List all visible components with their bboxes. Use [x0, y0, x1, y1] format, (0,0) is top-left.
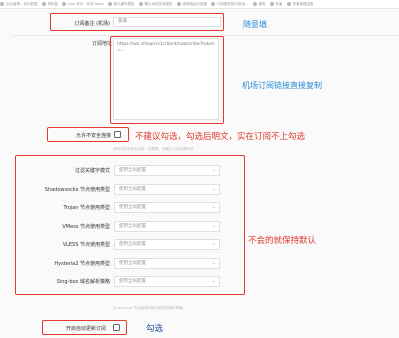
bookmark-item[interactable]: 有害管理结果: [286, 1, 314, 7]
bookmark-label: 建筑: [258, 1, 266, 6]
bookmark-item[interactable]: 建筑: [252, 1, 266, 7]
globe-icon: [107, 2, 112, 6]
bookmarks-bar: 后台管理…优化数据 资料篮 Live 资讯 · 在线 Repo 默认编号报告 确认添加至…: [0, 0, 399, 9]
bookmark-label: Live 资讯 · 在线 Repo: [68, 1, 104, 6]
auto-update-note: 勾选: [146, 324, 164, 334]
sub-url-label: 订阅地址: [91, 41, 112, 47]
insecure-help: 请勿开启不安全连接，如需要，请确认订阅来源可信: [113, 147, 194, 151]
bookmark-label: 继承路由分类器: [182, 1, 208, 6]
selects-note: 不会的就保持默认: [248, 236, 317, 246]
bookmark-label: 订阅服务接口查询…: [217, 1, 249, 6]
bookmark-item[interactable]: 订阅服务接口查询…: [211, 2, 249, 7]
globe-icon: [138, 2, 143, 6]
bookmark-item[interactable]: 后台管理…优化数据: [0, 2, 38, 7]
auto-update-highlight: [42, 320, 127, 335]
page-icon: [286, 2, 291, 6]
remark-note: 随意填: [243, 20, 267, 29]
globe-icon: [62, 2, 66, 6]
page-icon: [0, 2, 4, 6]
bookmark-label: 有害管理结果: [292, 1, 314, 6]
page-icon: [252, 2, 257, 6]
page-icon: [211, 2, 216, 6]
bookmark-label: 默认编号报告: [113, 1, 135, 6]
insecure-highlight: [47, 127, 129, 142]
bookmark-item[interactable]: 继承路由分类器: [176, 1, 208, 7]
insecure-note: 不建议勾选，勾选后明文，实在订阅不上勾选: [135, 132, 306, 142]
selects-highlight: [15, 155, 245, 295]
bookmark-label: 有害: [275, 1, 283, 6]
singbox-help: 当 sing-box 节点使用时默认的域名解析策略。: [113, 306, 187, 310]
page-icon: [269, 2, 274, 6]
remark-highlight: [50, 13, 224, 31]
page-icon: [41, 2, 46, 6]
globe-icon: [176, 2, 181, 6]
bookmark-label: 资料篮: [47, 1, 59, 6]
bookmark-item[interactable]: 确认添加至收藏夹: [138, 1, 173, 7]
bookmark-item[interactable]: Live 资讯 · 在线 Repo: [62, 2, 104, 7]
sub-url-highlight: [110, 36, 224, 124]
bookmark-item[interactable]: 资料篮: [41, 1, 59, 7]
bookmark-item[interactable]: 默认编号报告: [107, 1, 135, 7]
page: 后台管理…优化数据 资料篮 Live 资讯 · 在线 Repo 默认编号报告 确认添加至…: [0, 0, 399, 338]
sub-url-note: 机场订阅链接直接复制: [242, 81, 322, 90]
bookmark-label: 确认添加至收藏夹: [144, 1, 173, 6]
bookmark-item[interactable]: 有害: [269, 1, 283, 7]
bookmark-label: 后台管理…优化数据: [6, 1, 38, 6]
